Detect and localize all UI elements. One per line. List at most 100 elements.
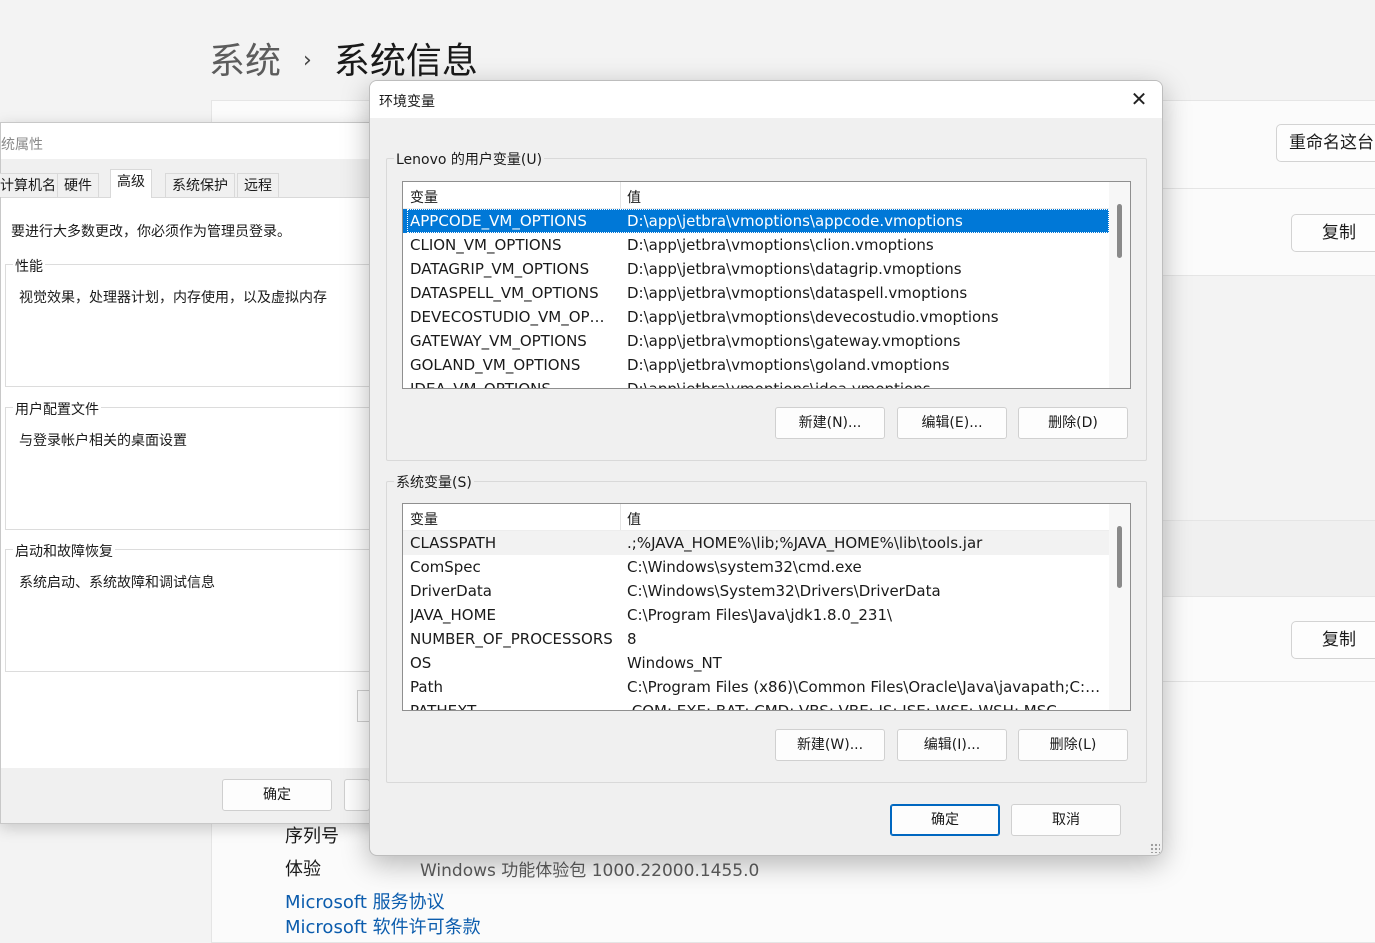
- spec-value: Windows 功能体验包 1000.22000.1455.0: [420, 861, 760, 881]
- vertical-scrollbar[interactable]: [1109, 182, 1130, 388]
- table-row[interactable]: OS Windows_NT: [403, 651, 1109, 675]
- group-title: 用户配置文件: [13, 399, 101, 419]
- variable-name: DATAGRIP_VM_OPTIONS: [410, 260, 590, 278]
- scrollbar-thumb[interactable]: [1117, 204, 1122, 258]
- table-row[interactable]: GATEWAY_VM_OPTIONS D:\app\jetbra\vmoption…: [403, 329, 1109, 353]
- user-profiles-group: [5, 407, 386, 530]
- close-icon[interactable]: ✕: [1122, 84, 1156, 114]
- user-variables-title: Lenovo 的用户变量(U): [394, 149, 545, 169]
- variable-value: .;%JAVA_HOME%\lib;%JAVA_HOME%\lib\tools.…: [627, 534, 983, 552]
- variable-name: Path: [410, 678, 443, 696]
- tab-advanced[interactable]: 高级: [110, 169, 152, 198]
- variable-value: C:\Program Files (x86)\Common Files\Orac…: [627, 678, 1105, 696]
- breadcrumb: 系统 › 系统信息: [209, 32, 478, 84]
- cancel-button[interactable]: 取消: [1011, 804, 1121, 836]
- table-row[interactable]: ComSpec C:\Windows\system32\cmd.exe: [403, 555, 1109, 579]
- edit-system-variable-button[interactable]: 编辑(I)...: [897, 729, 1007, 761]
- cancel-button[interactable]: [344, 779, 370, 811]
- group-description: 视觉效果，处理器计划，内存使用，以及虚拟内存: [19, 290, 327, 306]
- list-rows: CLASSPATH .;%JAVA_HOME%\lib;%JAVA_HOME%\l…: [403, 531, 1109, 711]
- column-header-value[interactable]: 值: [627, 509, 641, 529]
- tab-computer-name[interactable]: 计算机名: [0, 173, 63, 197]
- variable-value: D:\app\jetbra\vmoptions\clion.vmoptions: [627, 236, 934, 254]
- chevron-right-icon: ›: [303, 48, 312, 73]
- tab-system-protection[interactable]: 系统保护: [165, 173, 235, 197]
- vertical-scrollbar[interactable]: [1109, 504, 1130, 710]
- system-variables-title: 系统变量(S): [394, 472, 474, 492]
- variable-value: D:\app\jetbra\vmoptions\gateway.vmoption…: [627, 332, 961, 350]
- variable-name: DEVECOSTUDIO_VM_OPTI...: [410, 308, 613, 326]
- environment-variables-dialog: 环境变量 ✕ Lenovo 的用户变量(U) 变量 值 APPCODE_VM_O…: [369, 80, 1163, 856]
- variable-name: ComSpec: [410, 558, 481, 576]
- table-row[interactable]: Path C:\Program Files (x86)\Common Files\…: [403, 675, 1109, 699]
- column-divider[interactable]: [620, 182, 621, 208]
- system-variables-list[interactable]: 变量 值 CLASSPATH .;%JAVA_HOME%\lib;%JAVA_HO…: [402, 503, 1131, 711]
- variable-name: GOLAND_VM_OPTIONS: [410, 356, 581, 374]
- variable-name: CLASSPATH: [410, 534, 497, 552]
- ok-button[interactable]: 确定: [890, 804, 1000, 836]
- variable-name: NUMBER_OF_PROCESSORS: [410, 630, 613, 648]
- new-user-variable-button[interactable]: 新建(N)...: [775, 407, 885, 439]
- spec-label: 体验: [285, 859, 321, 880]
- variable-value: C:\Program Files\Java\jdk1.8.0_231\: [627, 606, 893, 624]
- table-row[interactable]: APPCODE_VM_OPTIONS D:\app\jetbra\vmoption…: [403, 209, 1109, 233]
- group-title: 启动和故障恢复: [13, 541, 115, 561]
- table-row[interactable]: CLASSPATH .;%JAVA_HOME%\lib;%JAVA_HOME%\l…: [403, 531, 1109, 555]
- table-row[interactable]: DEVECOSTUDIO_VM_OPTI... D:\app\jetbra\vmo…: [403, 305, 1109, 329]
- new-system-variable-button[interactable]: 新建(W)...: [775, 729, 885, 761]
- table-row[interactable]: DriverData C:\Windows\System32\Drivers\Dr…: [403, 579, 1109, 603]
- delete-system-variable-button[interactable]: 删除(L): [1018, 729, 1128, 761]
- variable-value: D:\app\jetbra\vmoptions\datagrip.vmoptio…: [627, 260, 962, 278]
- list-header: 变量 值: [403, 182, 1109, 209]
- variable-value: D:\app\jetbra\vmoptions\devecostudio.vmo…: [627, 308, 999, 326]
- variable-name: OS: [410, 654, 432, 672]
- variable-name: IDEA_VM_OPTIONS: [410, 380, 551, 389]
- variable-value: C:\Windows\system32\cmd.exe: [627, 558, 862, 576]
- table-row[interactable]: PATHEXT .COM;.EXE;.BAT;.CMD;.VBS;.VBE;.JS…: [403, 699, 1109, 711]
- service-agreement-link[interactable]: Microsoft 服务协议: [285, 888, 445, 914]
- column-header-name[interactable]: 变量: [410, 509, 438, 529]
- startup-recovery-group: [5, 549, 386, 672]
- dialog-title: 统属性: [1, 137, 43, 153]
- table-row[interactable]: DATASPELL_VM_OPTIONS D:\app\jetbra\vmopti…: [403, 281, 1109, 305]
- edit-user-variable-button[interactable]: 编辑(E)...: [897, 407, 1007, 439]
- variable-value: 8: [627, 630, 637, 648]
- variable-name: DATASPELL_VM_OPTIONS: [410, 284, 599, 302]
- performance-group: [5, 264, 386, 387]
- variable-value: .COM;.EXE;.BAT;.CMD;.VBS;.VBE;.JS;.JSE;.…: [627, 702, 1057, 711]
- tab-hardware[interactable]: 硬件: [57, 173, 99, 197]
- table-row[interactable]: IDEA_VM_OPTIONS D:\app\jetbra\vmoptions\i…: [403, 377, 1109, 389]
- ok-button[interactable]: 确定: [222, 779, 332, 811]
- tab-remote[interactable]: 远程: [237, 173, 279, 197]
- title-bar[interactable]: 环境变量 ✕: [370, 81, 1162, 118]
- variable-name: JAVA_HOME: [410, 606, 497, 624]
- column-header-name[interactable]: 变量: [410, 187, 438, 207]
- resize-grip-icon[interactable]: [1150, 843, 1160, 853]
- delete-user-variable-button[interactable]: 删除(D): [1018, 407, 1128, 439]
- rename-button[interactable]: 重命名这台: [1276, 124, 1375, 162]
- group-title: 性能: [13, 256, 45, 276]
- table-row[interactable]: CLION_VM_OPTIONS D:\app\jetbra\vmoptions\…: [403, 233, 1109, 257]
- table-row[interactable]: DATAGRIP_VM_OPTIONS D:\app\jetbra\vmoptio…: [403, 257, 1109, 281]
- page-title: 系统信息: [333, 41, 478, 82]
- variable-name: CLION_VM_OPTIONS: [410, 236, 562, 254]
- variable-name: PATHEXT: [410, 702, 477, 711]
- title-bar[interactable]: 统属性: [1, 123, 381, 159]
- table-row[interactable]: NUMBER_OF_PROCESSORS 8: [403, 627, 1109, 651]
- table-row[interactable]: JAVA_HOME C:\Program Files\Java\jdk1.8.0_…: [403, 603, 1109, 627]
- license-terms-link[interactable]: Microsoft 软件许可条款: [285, 913, 481, 939]
- scrollbar-thumb[interactable]: [1117, 526, 1122, 588]
- table-row[interactable]: GOLAND_VM_OPTIONS D:\app\jetbra\vmoptions…: [403, 353, 1109, 377]
- column-header-value[interactable]: 值: [627, 187, 641, 207]
- group-description: 系统启动、系统故障和调试信息: [19, 575, 215, 591]
- spec-label: 序列号: [285, 826, 339, 847]
- tab-strip: 计算机名 硬件 高级 系统保护 远程: [0, 169, 381, 198]
- variable-value: D:\app\jetbra\vmoptions\dataspell.vmopti…: [627, 284, 968, 302]
- copy-button[interactable]: 复制: [1291, 621, 1375, 659]
- copy-button[interactable]: 复制: [1291, 214, 1375, 252]
- list-rows: APPCODE_VM_OPTIONS D:\app\jetbra\vmoption…: [403, 209, 1109, 389]
- variable-name: DriverData: [410, 582, 492, 600]
- column-divider[interactable]: [620, 504, 621, 530]
- breadcrumb-parent[interactable]: 系统: [209, 41, 281, 82]
- user-variables-list[interactable]: 变量 值 APPCODE_VM_OPTIONS D:\app\jetbra\vmo…: [402, 181, 1131, 389]
